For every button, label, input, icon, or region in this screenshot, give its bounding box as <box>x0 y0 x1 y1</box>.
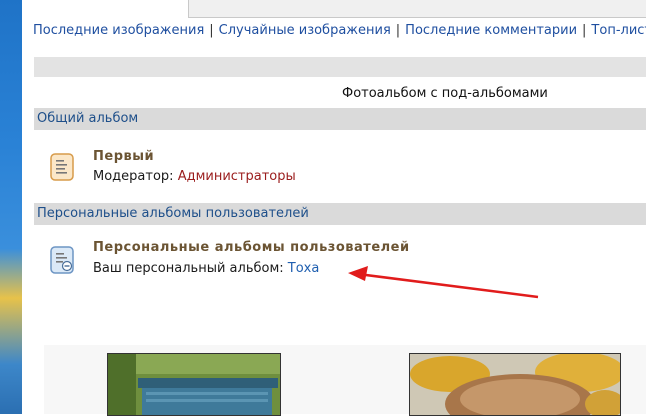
desktop-background-strip <box>0 0 22 414</box>
album-document-icon[interactable] <box>50 153 74 181</box>
nav-separator: | <box>395 23 401 38</box>
album-title-personal[interactable]: Персональные альбомы пользователей <box>93 240 410 255</box>
category-header-general[interactable]: Общий альбом <box>34 108 646 130</box>
nav-random-images[interactable]: Случайные изображения <box>219 23 391 38</box>
album-personal-icon[interactable] <box>50 246 74 274</box>
moderator-label: Модератор: <box>93 169 174 184</box>
quick-nav: Последние изображения | Случайные изображе… <box>33 23 646 38</box>
nav-separator: | <box>582 23 587 38</box>
nav-separator: | <box>209 23 214 38</box>
album-title-first[interactable]: Первый <box>93 149 154 164</box>
thumbnail-beehive[interactable] <box>107 353 281 416</box>
album-moderator-line: Модератор: Администраторы <box>93 169 296 184</box>
category-header-personal[interactable]: Персональные альбомы пользователей <box>34 203 646 225</box>
personal-album-line: Ваш персональный альбом: Тоха <box>93 261 319 276</box>
page-title: Фотоальбом с под-альбомами <box>342 86 548 101</box>
breadcrumb-bar <box>34 57 646 77</box>
nav-top-list[interactable]: Топ-лист <box>591 23 646 38</box>
nav-recent-images[interactable]: Последние изображения <box>33 23 204 38</box>
moderator-group-link[interactable]: Администраторы <box>178 169 296 184</box>
annotation-arrow-icon <box>348 266 539 299</box>
personal-album-link[interactable]: Тоха <box>288 261 320 276</box>
personal-album-label: Ваш персональный альбом: <box>93 261 284 276</box>
thumbnail-bread-leaves[interactable] <box>409 353 621 416</box>
top-toolbar <box>188 0 646 18</box>
nav-recent-comments[interactable]: Последние комментарии <box>405 23 577 38</box>
